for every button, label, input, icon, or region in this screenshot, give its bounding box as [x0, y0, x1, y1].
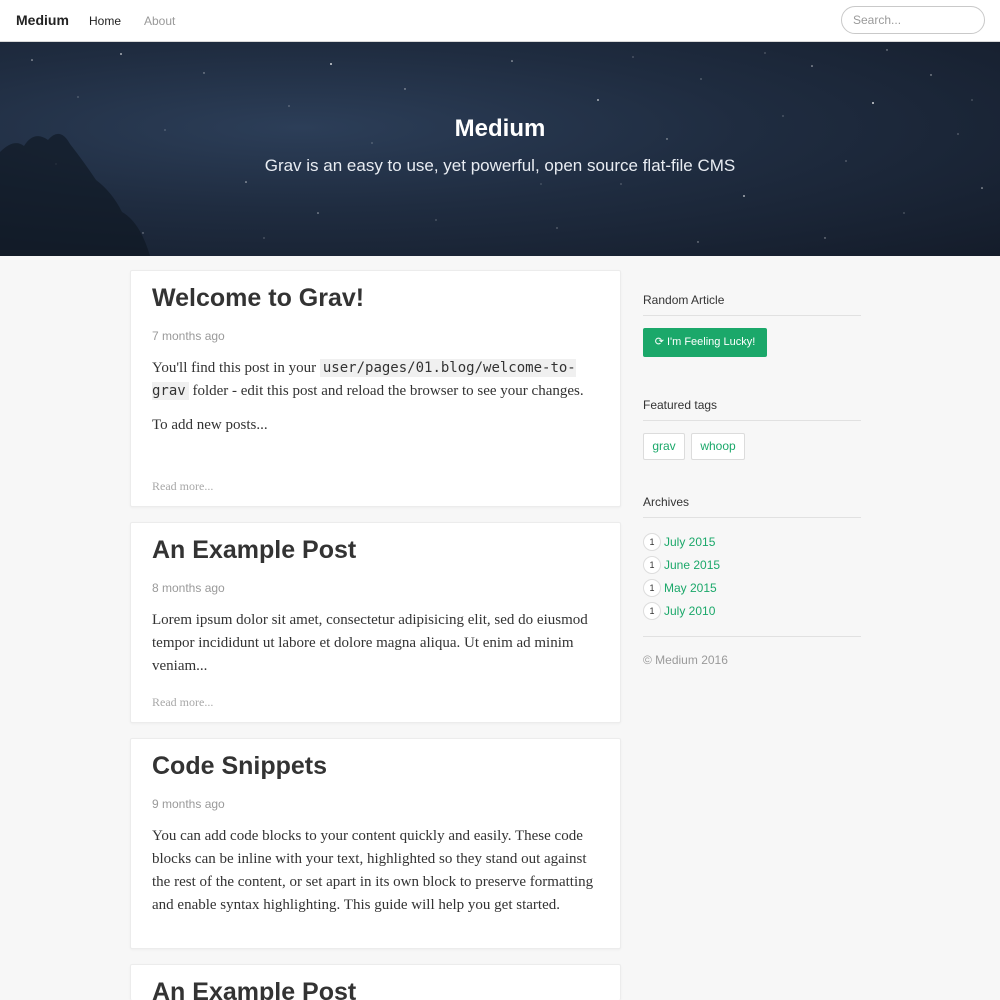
- brand-logo[interactable]: Medium: [16, 12, 69, 28]
- refresh-icon: ⟳: [654, 336, 664, 348]
- post-title[interactable]: An Example Post: [152, 978, 356, 1000]
- feeling-lucky-button[interactable]: ⟳ I'm Feeling Lucky!: [643, 328, 767, 357]
- post-excerpt: Lorem ipsum dolor sit amet, consectetur …: [152, 612, 588, 674]
- featured-tags-heading: Featured tags: [643, 398, 861, 421]
- post-card: An Example Post 8 months ago Lorem ipsum…: [130, 522, 621, 723]
- copyright-text: © Medium 2016: [643, 653, 728, 667]
- post-excerpt: You'll find this post in your user/pages…: [152, 357, 604, 437]
- search-input[interactable]: [841, 6, 985, 34]
- random-article-heading: Random Article: [643, 293, 861, 316]
- post-excerpt-paragraph: You'll find this post in your user/pages…: [152, 357, 604, 403]
- post-date: 9 months ago: [152, 797, 225, 811]
- post-card: Code Snippets 9 months ago You can add c…: [130, 738, 621, 949]
- post-excerpt-paragraph: To add new posts...: [152, 417, 268, 433]
- post-title[interactable]: An Example Post: [152, 536, 356, 565]
- post-date: 8 months ago: [152, 581, 225, 595]
- hero-subtitle: Grav is an easy to use, yet powerful, op…: [264, 156, 736, 175]
- read-more-link[interactable]: Read more...: [152, 695, 213, 710]
- sidebar-divider: [643, 636, 861, 637]
- feeling-lucky-label: I'm Feeling Lucky!: [666, 336, 756, 348]
- post-date: 7 months ago: [152, 329, 225, 343]
- archive-count-badge: 1: [643, 579, 661, 597]
- top-navbar: Medium Home About: [0, 0, 1000, 42]
- starfield-background: [0, 49, 983, 256]
- post-title[interactable]: Code Snippets: [152, 752, 327, 781]
- tag-grav[interactable]: grav: [643, 433, 685, 460]
- post-card: Welcome to Grav! 7 months ago You'll fin…: [130, 270, 621, 507]
- post-title[interactable]: Welcome to Grav!: [152, 284, 364, 313]
- excerpt-text: You'll find this post in your: [152, 360, 320, 376]
- archive-link[interactable]: June 2015: [664, 558, 720, 572]
- hero-banner: Medium Grav is an easy to use, yet power…: [0, 42, 1000, 256]
- archive-link[interactable]: July 2015: [664, 535, 715, 549]
- excerpt-text: folder - edit this post and reload the b…: [188, 383, 584, 399]
- nav-link-home[interactable]: Home: [89, 14, 121, 28]
- read-more-link[interactable]: Read more...: [152, 479, 213, 494]
- archive-link[interactable]: July 2010: [664, 604, 715, 618]
- post-excerpt: You can add code blocks to your content …: [152, 828, 594, 913]
- post-card: An Example Post: [130, 964, 621, 1000]
- tag-whoop[interactable]: whoop: [691, 433, 745, 460]
- archive-count-badge: 1: [643, 602, 661, 620]
- archive-count-badge: 1: [643, 533, 661, 551]
- archive-count-badge: 1: [643, 556, 661, 574]
- hero-title: Medium: [454, 115, 546, 142]
- archive-link[interactable]: May 2015: [664, 581, 717, 595]
- archives-heading: Archives: [643, 495, 861, 518]
- nav-link-about[interactable]: About: [144, 14, 175, 28]
